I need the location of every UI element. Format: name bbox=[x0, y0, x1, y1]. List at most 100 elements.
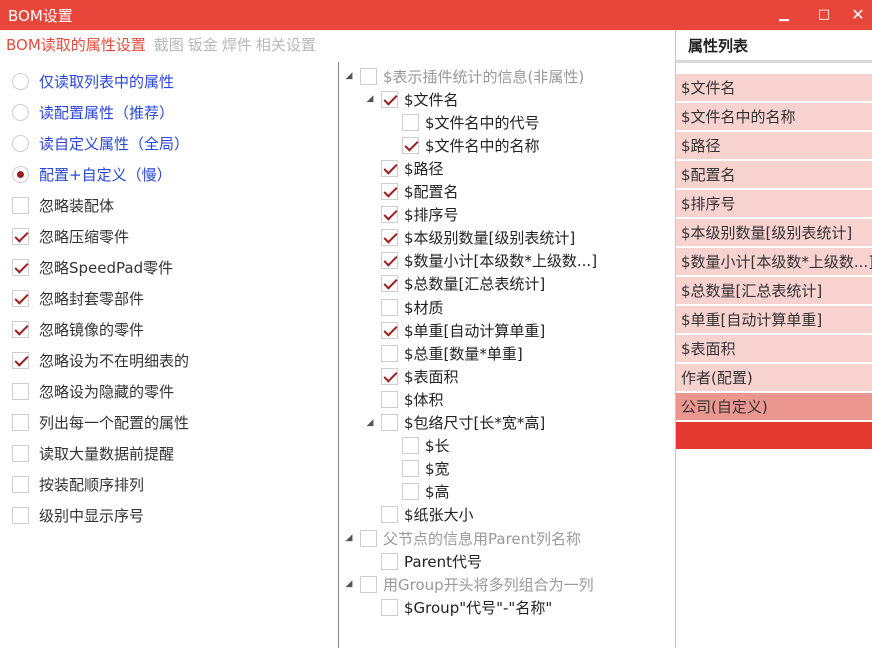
property-list-item-9[interactable]: $表面积 bbox=[676, 335, 872, 362]
property-list-item-2[interactable]: $路径 bbox=[676, 132, 872, 159]
radio-button[interactable] bbox=[12, 165, 29, 183]
property-list-item-0[interactable]: $文件名 bbox=[676, 74, 872, 101]
property-list-item-7[interactable]: $总数量[汇总表统计] bbox=[676, 277, 872, 304]
close-button[interactable]: ✕ bbox=[846, 4, 870, 26]
expand-arrow-icon[interactable]: ◢ bbox=[365, 94, 375, 104]
tree-node-20[interactable]: ◢ 父节点的信息用Parent列名称 bbox=[344, 527, 581, 549]
tree-node-21[interactable]: Parent代号 bbox=[365, 550, 482, 572]
tree-node-16[interactable]: $长 bbox=[386, 435, 450, 457]
expand-arrow-icon[interactable]: ◢ bbox=[344, 71, 354, 81]
property-list-item-12[interactable] bbox=[676, 422, 872, 449]
tree-checkbox[interactable] bbox=[381, 390, 398, 408]
minimize-button[interactable]: ▁ bbox=[772, 4, 796, 26]
radio-button[interactable] bbox=[12, 72, 29, 90]
read-mode-option-3[interactable]: 配置+自定义（慢） bbox=[12, 163, 172, 185]
tree-node-18[interactable]: $高 bbox=[386, 481, 450, 503]
radio-button[interactable] bbox=[12, 134, 29, 152]
checkbox[interactable] bbox=[12, 506, 29, 524]
tree-node-17[interactable]: $宽 bbox=[386, 458, 450, 480]
tree-node-19[interactable]: $纸张大小 bbox=[365, 504, 474, 526]
tree-checkbox[interactable] bbox=[381, 367, 398, 385]
checkbox[interactable] bbox=[12, 351, 29, 369]
option-row-5[interactable]: 忽略设为不在明细表的 bbox=[12, 349, 189, 371]
read-mode-option-0[interactable]: 仅读取列表中的属性 bbox=[12, 70, 174, 92]
tree-checkbox[interactable] bbox=[381, 159, 398, 177]
option-row-7[interactable]: 列出每一个配置的属性 bbox=[12, 411, 189, 433]
tree-node-15[interactable]: ◢ $包络尺寸[长*宽*高] bbox=[365, 412, 545, 434]
tab-3[interactable]: 焊件 bbox=[222, 34, 252, 55]
tree-checkbox[interactable] bbox=[381, 344, 398, 362]
property-list-item-8[interactable]: $单重[自动计算单重] bbox=[676, 306, 872, 333]
option-row-6[interactable]: 忽略设为隐藏的零件 bbox=[12, 380, 174, 402]
tree-checkbox[interactable] bbox=[402, 136, 419, 154]
tab-0[interactable]: BOM读取的属性设置 bbox=[6, 34, 146, 55]
tree-checkbox[interactable] bbox=[381, 506, 398, 524]
tree-checkbox[interactable] bbox=[381, 552, 398, 570]
checkbox[interactable] bbox=[12, 475, 29, 493]
option-row-4[interactable]: 忽略镜像的零件 bbox=[12, 318, 144, 340]
tab-1[interactable]: 截图 bbox=[154, 34, 184, 55]
expand-arrow-icon[interactable]: ◢ bbox=[344, 579, 354, 589]
tree-checkbox[interactable] bbox=[381, 229, 398, 247]
tree-checkbox[interactable] bbox=[402, 437, 419, 455]
property-list-item-11[interactable]: 公司(自定义) bbox=[676, 393, 872, 420]
tree-checkbox[interactable] bbox=[402, 460, 419, 478]
property-list-item-6[interactable]: $数量小计[本级数*上级数...] bbox=[676, 248, 872, 275]
maximize-button[interactable]: □ bbox=[812, 4, 836, 26]
tree-node-22[interactable]: ◢ 用Group开头将多列组合为一列 bbox=[344, 573, 594, 595]
tree-node-1[interactable]: ◢ $文件名 bbox=[365, 88, 459, 110]
tree-node-14[interactable]: $体积 bbox=[365, 388, 444, 410]
option-row-3[interactable]: 忽略封套零部件 bbox=[12, 287, 144, 309]
checkbox[interactable] bbox=[12, 320, 29, 338]
tree-checkbox[interactable] bbox=[381, 183, 398, 200]
tree-checkbox[interactable] bbox=[381, 414, 398, 431]
radio-button[interactable] bbox=[12, 103, 29, 121]
checkbox[interactable] bbox=[12, 289, 29, 307]
tree-node-5[interactable]: $配置名 bbox=[365, 181, 459, 203]
tree-checkbox[interactable] bbox=[360, 67, 377, 85]
tree-checkbox[interactable] bbox=[402, 483, 419, 501]
tree-node-3[interactable]: $文件名中的名称 bbox=[386, 134, 540, 156]
tree-checkbox[interactable] bbox=[360, 575, 377, 593]
tree-node-12[interactable]: $总重[数量*单重] bbox=[365, 342, 523, 364]
tree-checkbox[interactable] bbox=[381, 252, 398, 270]
checkbox[interactable] bbox=[12, 444, 29, 462]
checkbox[interactable] bbox=[12, 413, 29, 431]
tree-node-23[interactable]: $Group"代号"-"名称" bbox=[365, 596, 552, 618]
tree-checkbox[interactable] bbox=[402, 113, 419, 131]
option-row-2[interactable]: 忽略SpeedPad零件 bbox=[12, 256, 173, 278]
tree-node-0[interactable]: ◢ $表示插件统计的信息(非属性) bbox=[344, 65, 584, 87]
option-row-1[interactable]: 忽略压缩零件 bbox=[12, 225, 129, 247]
property-list-item-1[interactable]: $文件名中的名称 bbox=[676, 103, 872, 130]
expand-arrow-icon[interactable]: ◢ bbox=[365, 418, 375, 428]
checkbox[interactable] bbox=[12, 196, 29, 214]
tree-checkbox[interactable] bbox=[381, 321, 398, 339]
tree-node-11[interactable]: $单重[自动计算单重] bbox=[365, 319, 545, 341]
option-row-0[interactable]: 忽略装配体 bbox=[12, 194, 114, 216]
tree-checkbox[interactable] bbox=[381, 598, 398, 616]
option-row-10[interactable]: 级别中显示序号 bbox=[12, 504, 144, 526]
tree-node-8[interactable]: $数量小计[本级数*上级数...] bbox=[365, 250, 597, 272]
read-mode-option-2[interactable]: 读自定义属性（全局） bbox=[12, 132, 189, 154]
option-row-9[interactable]: 按装配顺序排列 bbox=[12, 473, 144, 495]
checkbox[interactable] bbox=[12, 227, 29, 245]
tree-checkbox[interactable] bbox=[381, 90, 398, 108]
tree-node-7[interactable]: $本级别数量[级别表统计] bbox=[365, 227, 575, 249]
checkbox[interactable] bbox=[12, 258, 29, 276]
property-list-item-5[interactable]: $本级别数量[级别表统计] bbox=[676, 219, 872, 246]
tree-checkbox[interactable] bbox=[381, 275, 398, 293]
tree-checkbox[interactable] bbox=[381, 206, 398, 224]
property-list-item-10[interactable]: 作者(配置) bbox=[676, 364, 872, 391]
tree-node-4[interactable]: $路径 bbox=[365, 157, 444, 179]
tree-checkbox[interactable] bbox=[360, 529, 377, 547]
tree-node-2[interactable]: $文件名中的代号 bbox=[386, 111, 540, 133]
tab-4[interactable]: 相关设置 bbox=[256, 34, 316, 55]
expand-arrow-icon[interactable]: ◢ bbox=[344, 533, 354, 543]
property-list-item-3[interactable]: $配置名 bbox=[676, 161, 872, 188]
tree-node-9[interactable]: $总数量[汇总表统计] bbox=[365, 273, 545, 295]
tree-checkbox[interactable] bbox=[381, 298, 398, 316]
tab-2[interactable]: 钣金 bbox=[188, 34, 218, 55]
option-row-8[interactable]: 读取大量数据前提醒 bbox=[12, 442, 174, 464]
tree-node-10[interactable]: $材质 bbox=[365, 296, 444, 318]
read-mode-option-1[interactable]: 读配置属性（推荐） bbox=[12, 101, 174, 123]
